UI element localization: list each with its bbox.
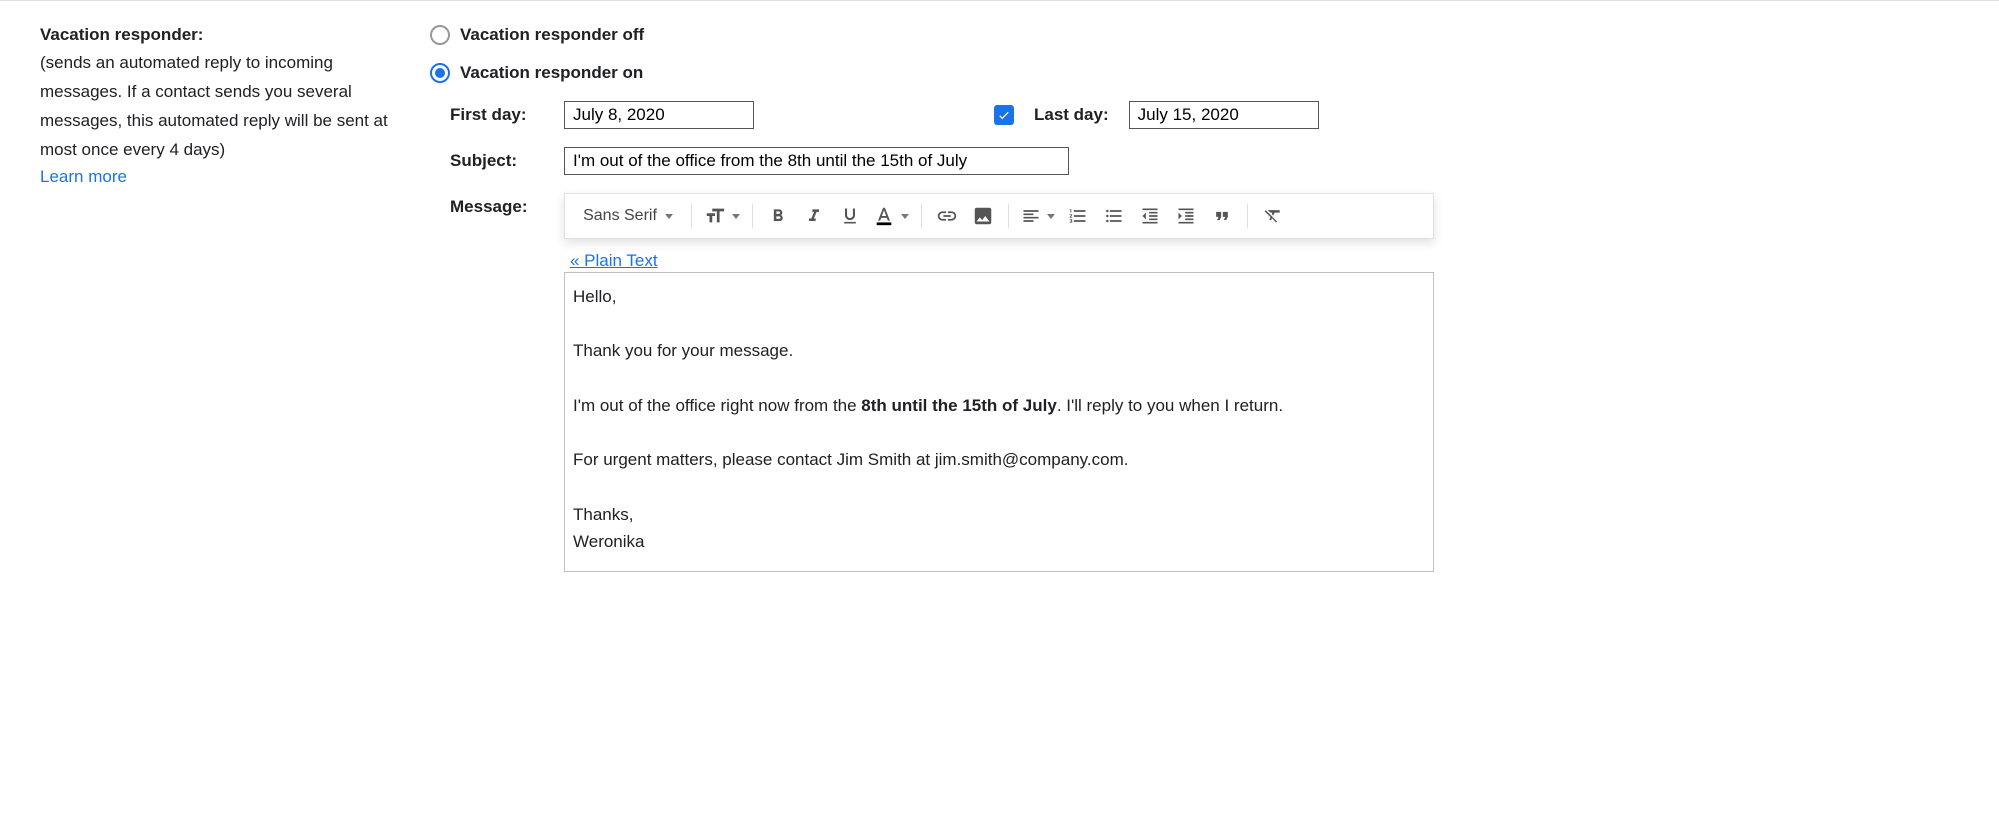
first-day-input[interactable] [564,101,754,129]
message-label: Message: [450,193,550,217]
msg-line: I'm out of the office right now from the [573,396,861,415]
message-area: Sans Serif [564,193,1959,572]
formatting-toolbar: Sans Serif [564,193,1434,239]
indent-more-icon [1176,206,1196,226]
link-button[interactable] [930,200,964,232]
section-description-column: Vacation responder: (sends an automated … [40,25,410,572]
quote-icon [1212,206,1232,226]
last-day-input[interactable] [1129,101,1319,129]
text-color-icon [873,205,895,227]
date-row: Last day: [564,101,1959,129]
settings-column: Vacation responder off Vacation responde… [430,25,1959,572]
image-icon [972,205,994,227]
bold-button[interactable] [761,200,795,232]
radio-off[interactable] [430,25,450,45]
align-icon [1021,206,1041,226]
italic-icon [804,206,824,226]
chevron-down-icon [1047,214,1055,219]
msg-line: Thanks, [573,505,633,524]
section-title: Vacation responder: [40,25,410,45]
numbered-list-button[interactable] [1061,200,1095,232]
bold-icon [768,206,788,226]
bullet-list-button[interactable] [1097,200,1131,232]
msg-bold: 8th until the 15th of July [861,396,1057,415]
image-button[interactable] [966,200,1000,232]
numbered-list-icon [1068,206,1088,226]
msg-line: Weronika [573,532,645,551]
subject-input[interactable] [564,147,1069,175]
radio-row-off[interactable]: Vacation responder off [430,25,1959,45]
font-size-button[interactable] [700,200,744,232]
radio-on[interactable] [430,63,450,83]
plain-text-link[interactable]: « Plain Text [564,249,664,273]
indent-less-button[interactable] [1133,200,1167,232]
link-icon [936,205,958,227]
last-day-label: Last day: [1034,105,1109,125]
remove-formatting-button[interactable] [1256,200,1290,232]
chevron-down-icon [665,214,673,219]
message-editor[interactable]: Hello, Thank you for your message. I'm o… [564,272,1434,572]
msg-line: . I'll reply to you when I return. [1057,396,1283,415]
check-icon [997,108,1011,122]
bullet-list-icon [1104,206,1124,226]
chevron-down-icon [732,214,740,219]
msg-line: Thank you for your message. [573,341,793,360]
msg-line: Hello, [573,287,616,306]
msg-line: For urgent matters, please contact Jim S… [573,450,1128,469]
italic-button[interactable] [797,200,831,232]
underline-button[interactable] [833,200,867,232]
radio-off-label: Vacation responder off [460,25,644,45]
remove-formatting-icon [1263,206,1283,226]
font-size-icon [704,205,726,227]
subject-label: Subject: [450,147,550,171]
quote-button[interactable] [1205,200,1239,232]
radio-on-dot [435,68,445,78]
indent-less-icon [1140,206,1160,226]
text-color-button[interactable] [869,200,913,232]
indent-more-button[interactable] [1169,200,1203,232]
radio-on-label: Vacation responder on [460,63,643,83]
underline-icon [840,206,860,226]
section-description: (sends an automated reply to incoming me… [40,49,410,165]
align-button[interactable] [1017,200,1059,232]
vacation-responder-section: Vacation responder: (sends an automated … [0,0,1999,596]
learn-more-link[interactable]: Learn more [40,167,127,187]
radio-row-on[interactable]: Vacation responder on [430,63,1959,83]
chevron-down-icon [901,214,909,219]
last-day-checkbox[interactable] [994,105,1014,125]
font-family-dropdown[interactable]: Sans Serif [573,200,683,232]
first-day-label: First day: [450,101,550,125]
